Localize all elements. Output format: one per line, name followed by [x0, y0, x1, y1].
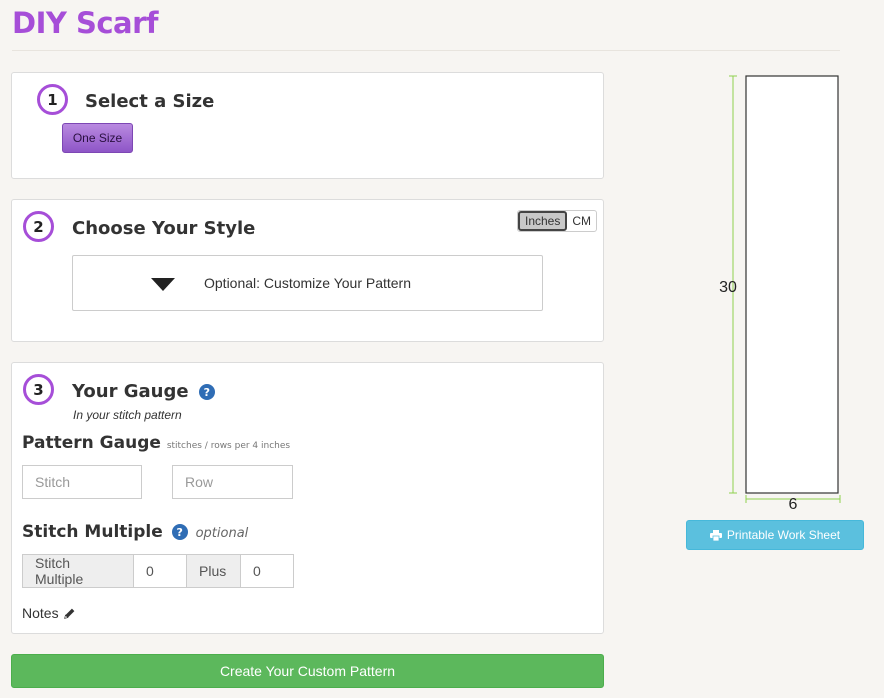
choose-style-heading: Choose Your Style [72, 218, 256, 239]
caret-down-icon [151, 278, 175, 291]
pattern-gauge-note: stitches / rows per 4 inches [166, 441, 291, 451]
customize-pattern-toggle[interactable]: Optional: Customize Your Pattern [72, 255, 543, 311]
stitch-input[interactable]: Stitch [22, 465, 142, 499]
step-3-badge: 3 [23, 374, 54, 405]
one-size-button[interactable]: One Size [62, 123, 133, 153]
row-input[interactable]: Row [172, 465, 293, 499]
width-label: 6 [789, 496, 798, 510]
inches-button[interactable]: Inches [518, 211, 568, 231]
customize-pattern-label: Optional: Customize Your Pattern [204, 275, 412, 291]
page-title: DIY Scarf [12, 6, 159, 40]
stitch-multiple-heading: Stitch Multiple [22, 522, 163, 542]
select-size-card: 1 Select a Size One Size [11, 72, 604, 179]
plus-input[interactable]: 0 [241, 554, 294, 588]
gauge-subtitle: In your stitch pattern [73, 408, 182, 422]
notes-link[interactable]: Notes [22, 605, 76, 621]
stitch-multiple-optional: optional [195, 526, 249, 541]
pencil-icon [63, 608, 74, 619]
scarf-diagram: 30 6 [719, 75, 841, 510]
select-size-heading: Select a Size [85, 91, 215, 112]
printable-worksheet-button[interactable]: Printable Work Sheet [686, 520, 864, 550]
plus-addon: Plus [187, 554, 241, 588]
gauge-heading: Your Gauge [72, 381, 189, 402]
pattern-gauge-heading-row: Pattern Gauge stitches / rows per 4 inch… [22, 433, 290, 453]
stitch-multiple-heading-row: Stitch Multiple ? optional [22, 522, 248, 542]
unit-toggle: Inches CM [517, 210, 598, 232]
gauge-help-icon[interactable]: ? [198, 384, 215, 400]
notes-label: Notes [22, 605, 59, 621]
cm-button[interactable]: CM [567, 211, 596, 231]
step-2-badge: 2 [23, 211, 54, 242]
scarf-outline [745, 75, 839, 494]
stitch-multiple-help-icon[interactable]: ? [171, 524, 188, 540]
height-label: 30 [719, 279, 737, 296]
gauge-card: 3 Your Gauge ? In your stitch pattern Pa… [11, 362, 604, 634]
title-divider [12, 50, 840, 51]
stitch-multiple-group: Stitch Multiple 0 Plus 0 [22, 554, 294, 588]
printable-worksheet-label: Printable Work Sheet [726, 528, 841, 542]
choose-style-card: 2 Choose Your Style Inches CM Optional: … [11, 199, 604, 342]
step-1-badge: 1 [37, 84, 68, 115]
create-pattern-button[interactable]: Create Your Custom Pattern [11, 654, 604, 688]
stitch-multiple-addon: Stitch Multiple [22, 554, 134, 588]
printer-icon [709, 529, 722, 541]
pattern-gauge-heading: Pattern Gauge [22, 433, 161, 453]
stitch-multiple-input[interactable]: 0 [134, 554, 187, 588]
gauge-heading-row: Your Gauge ? [72, 381, 215, 402]
